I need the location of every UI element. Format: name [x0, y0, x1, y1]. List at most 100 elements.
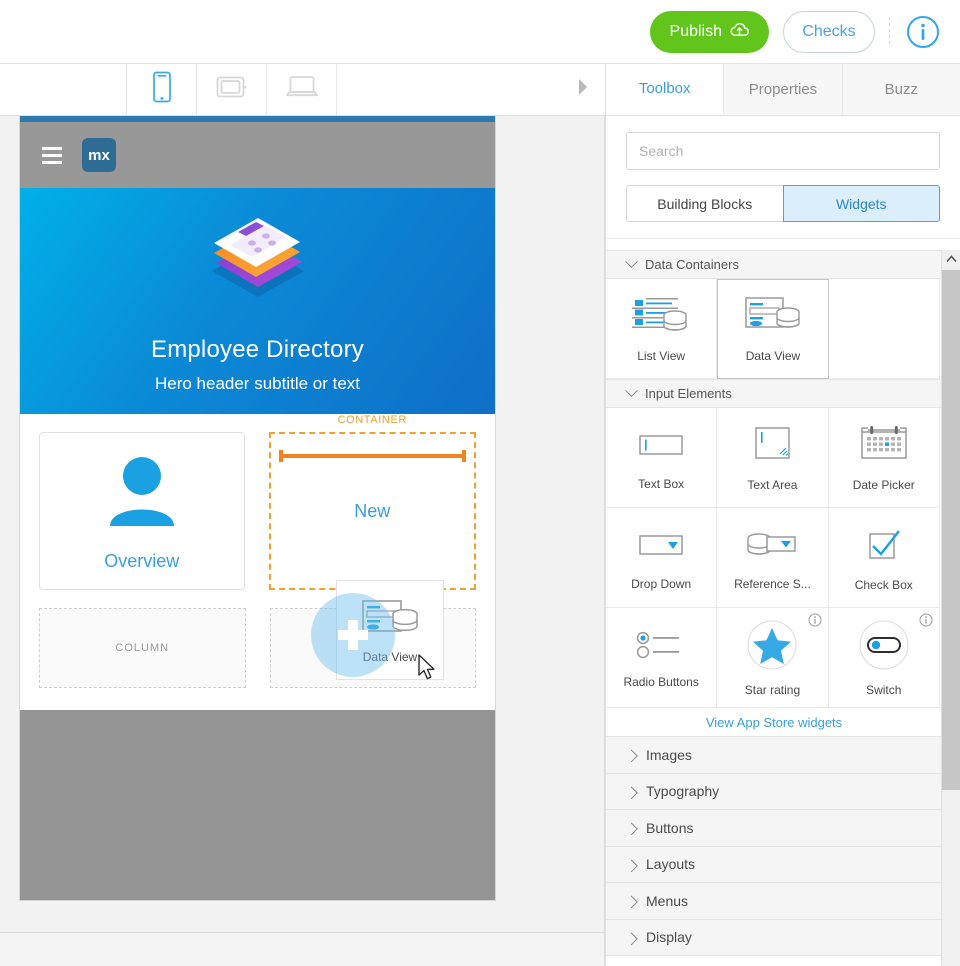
widget-tile-reference-selector[interactable]: Reference S...	[717, 508, 829, 608]
group-title: Data Containers	[645, 257, 739, 272]
widget-tile-text-box[interactable]: Text Box	[606, 408, 718, 508]
segment-building-blocks[interactable]: Building Blocks	[626, 185, 783, 222]
toolbox-scrollbar[interactable]	[941, 250, 960, 966]
chevron-down-icon	[625, 255, 638, 269]
device-toolbar-expand[interactable]	[337, 64, 605, 115]
phone-icon	[151, 71, 173, 108]
switch-icon	[856, 619, 912, 676]
widget-tile-label: Star rating	[744, 682, 801, 697]
widget-tile-label: Reference S...	[734, 576, 811, 591]
phone-preview-frame: mx Employee Directory Hero header subtit…	[20, 116, 495, 900]
widget-tile-label: Drop Down	[631, 576, 692, 591]
widget-tile-text-area[interactable]: Text Area	[717, 408, 829, 508]
column-placeholder[interactable]: COLUMN	[39, 608, 246, 688]
chevron-right-icon	[577, 78, 589, 101]
checks-label: Checks	[802, 22, 856, 40]
mx-logo: mx	[82, 138, 116, 172]
device-toolbar-spacer	[0, 64, 127, 115]
star-rating-icon	[744, 619, 800, 676]
card-overview[interactable]: Overview	[39, 432, 245, 590]
widget-tile-empty	[828, 279, 940, 379]
text-area-icon	[743, 424, 801, 471]
device-desktop-button[interactable]	[267, 64, 337, 115]
group-title: Menus	[646, 892, 689, 909]
widget-tile-label: Date Picker	[852, 477, 915, 492]
widget-tile-switch[interactable]: Switch	[828, 608, 940, 708]
group-header-layouts[interactable]: Layouts	[606, 846, 942, 883]
widget-grid-data-containers: List View Data View	[606, 279, 942, 379]
group-title: Typography	[646, 783, 720, 800]
radio-buttons-icon	[632, 627, 690, 668]
group-header-images[interactable]: Images	[606, 737, 942, 774]
widget-tile-check-box[interactable]: Check Box	[828, 508, 940, 608]
hero-title: Employee Directory	[150, 335, 364, 363]
widget-tile-list-view[interactable]: List View	[606, 279, 718, 379]
group-title: Layouts	[646, 856, 696, 873]
widget-tile-label: List View	[637, 348, 686, 363]
toolbox-search-zone: Building Blocks Widgets	[606, 116, 960, 239]
top-toolbar: Publish Checks	[0, 0, 960, 64]
widget-tile-star-rating[interactable]: Star rating	[717, 608, 829, 708]
widget-tile-drop-down[interactable]: Drop Down	[606, 508, 718, 608]
segment-widgets[interactable]: Widgets	[782, 185, 940, 222]
hero-illustration-icon	[194, 209, 322, 322]
search-input[interactable]	[626, 132, 940, 170]
user-avatar-icon	[100, 450, 184, 539]
chevron-right-icon	[625, 932, 638, 946]
widget-tile-data-view[interactable]: Data View	[717, 279, 829, 379]
toolbox-scroll-area[interactable]: Data Containers List View Data View Inpu…	[606, 250, 942, 966]
hero-subtitle: Hero header subtitle or text	[154, 373, 361, 393]
container-tag: CONTAINER	[337, 414, 407, 426]
hero-header[interactable]: Employee Directory Hero header subtitle …	[20, 188, 495, 414]
widget-tile-label: Check Box	[854, 577, 913, 592]
page-canvas[interactable]: mx Employee Directory Hero header subtit…	[0, 116, 605, 932]
group-header-buttons[interactable]: Buttons	[606, 810, 942, 847]
view-appstore-widgets-link[interactable]: View App Store widgets	[606, 708, 942, 737]
group-title: Images	[646, 746, 692, 763]
cloud-upload-icon	[730, 22, 749, 42]
text-box-icon	[632, 425, 690, 470]
drop-indicator-line	[278, 450, 466, 462]
columns-row: COLUMN COLUMN	[39, 608, 476, 710]
tab-buzz[interactable]: Buzz	[842, 64, 960, 115]
device-phone-button[interactable]	[127, 64, 197, 115]
info-icon[interactable]	[808, 613, 822, 627]
hamburger-icon[interactable]	[42, 146, 62, 164]
column-placeholder[interactable]: COLUMN	[269, 608, 476, 688]
card-overview-label: Overview	[104, 551, 180, 571]
scrollbar-thumb[interactable]	[942, 270, 960, 790]
chevron-right-icon	[625, 786, 638, 800]
group-title: Buttons	[646, 819, 694, 836]
group-header-menus[interactable]: Menus	[606, 883, 942, 920]
tab-toolbox[interactable]: Toolbox	[606, 64, 725, 115]
tab-properties[interactable]: Properties	[724, 64, 843, 115]
device-toolbar	[0, 64, 605, 116]
chevron-right-icon	[625, 749, 638, 763]
info-circle-icon[interactable]	[906, 15, 940, 49]
group-header-typography[interactable]: Typography	[606, 773, 942, 810]
check-box-icon	[860, 524, 908, 571]
desktop-icon	[285, 74, 319, 105]
widget-tile-label: Radio Buttons	[623, 674, 699, 689]
footer-placeholder-block[interactable]	[20, 710, 495, 900]
checks-button[interactable]: Checks	[783, 10, 875, 53]
group-header-input-elements[interactable]: Input Elements	[606, 379, 942, 408]
widget-tile-label: Switch	[866, 682, 902, 697]
widget-tile-radio-buttons[interactable]: Radio Buttons	[606, 608, 718, 708]
app-window: Publish Checks mx Employee Directory Her…	[0, 0, 960, 966]
widget-tile-label: Text Box	[638, 476, 685, 491]
cards-row: Overview CONTAINER New	[39, 414, 476, 590]
info-icon[interactable]	[919, 613, 933, 627]
publish-label: Publish	[669, 22, 722, 40]
widget-tile-label: Text Area	[747, 477, 798, 492]
scroll-up-button[interactable]	[942, 250, 960, 268]
data-view-icon	[744, 295, 802, 342]
publish-button[interactable]: Publish	[649, 10, 769, 53]
chevron-right-icon	[625, 895, 638, 909]
widget-tile-date-picker[interactable]: Date Picker	[828, 408, 940, 508]
group-header-data-containers[interactable]: Data Containers	[606, 250, 942, 279]
group-header-display[interactable]: Display	[606, 919, 942, 956]
card-new-dropzone[interactable]: CONTAINER New	[268, 414, 476, 590]
date-picker-icon	[855, 424, 913, 471]
device-tablet-button[interactable]	[197, 64, 267, 115]
